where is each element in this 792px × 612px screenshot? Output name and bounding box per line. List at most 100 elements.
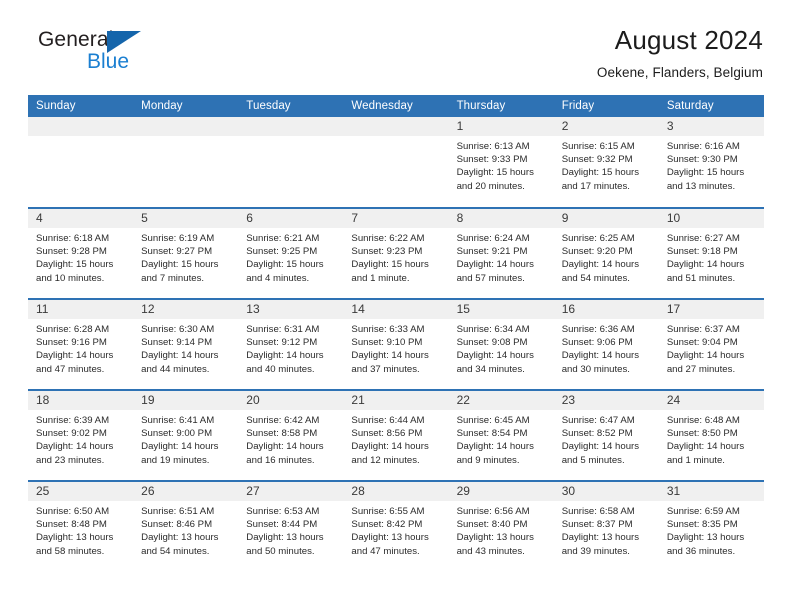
- daylight-text: Daylight: 14 hours and 30 minutes.: [561, 350, 640, 375]
- calendar-day-cell[interactable]: 6 Sunrise: 6:21 AM Sunset: 9:25 PM Daylight…: [238, 207, 344, 299]
- sunrise-text: Sunrise: 6:13 AM: [456, 141, 530, 152]
- sunset-text: Sunset: 9:14 PM: [141, 337, 213, 349]
- calendar-day-cell[interactable]: 24 Sunrise: 6:48 AM Sunset: 8:50 PM Dayligh…: [658, 389, 764, 481]
- calendar-day-cell[interactable]: 28 Sunrise: 6:55 AM Sunset: 8:42 PM Dayligh…: [343, 480, 449, 572]
- calendar-day-cell[interactable]: 17 Sunrise: 6:37 AM Sunset: 9:04 PM Dayligh…: [658, 298, 764, 390]
- sun-times-calendar: Sunday Monday Tuesday Wednesday Thursday…: [28, 95, 764, 572]
- calendar-day-cell[interactable]: 30 Sunrise: 6:58 AM Sunset: 8:37 PM Dayligh…: [553, 480, 659, 572]
- day-number: 12: [133, 300, 239, 319]
- day-number: 14: [343, 300, 449, 319]
- sunset-text: Sunset: 8:37 PM: [561, 519, 633, 531]
- sunset-text: Sunset: 8:42 PM: [351, 519, 423, 531]
- daylight-text: Daylight: 14 hours and 23 minutes.: [36, 441, 114, 466]
- calendar-day-cell[interactable]: 13 Sunrise: 6:31 AM Sunset: 9:12 PM Dayligh…: [238, 298, 344, 390]
- day-number: [343, 117, 449, 136]
- calendar-day-cell[interactable]: 14 Sunrise: 6:33 AM Sunset: 9:10 PM Dayligh…: [343, 298, 449, 390]
- sun-info: Sunrise: 6:13 AM Sunset: 9:33 PM Daylight:…: [449, 136, 554, 193]
- sun-info: Sunrise: 6:51 AM Sunset: 8:46 PM Daylight:…: [133, 501, 238, 558]
- calendar-day-cell[interactable]: 27 Sunrise: 6:53 AM Sunset: 8:44 PM Dayligh…: [238, 480, 344, 572]
- day-number: 1: [448, 117, 554, 136]
- title-block: August 2024 Oekene, Flanders, Belgium: [596, 25, 763, 80]
- sunrise-text: Sunrise: 6:34 AM: [456, 324, 530, 335]
- sunrise-text: Sunrise: 6:53 AM: [246, 506, 320, 517]
- calendar-day-cell[interactable]: 9 Sunrise: 6:25 AM Sunset: 9:20 PM Daylight…: [553, 207, 659, 299]
- weekday-header-tuesday: Tuesday: [238, 95, 344, 117]
- sunrise-text: Sunrise: 6:30 AM: [141, 324, 215, 335]
- calendar-day-cell[interactable]: 5 Sunrise: 6:19 AM Sunset: 9:27 PM Daylight…: [133, 207, 239, 299]
- sunset-text: Sunset: 8:50 PM: [666, 428, 738, 440]
- sun-info: Sunrise: 6:58 AM Sunset: 8:37 PM Daylight:…: [554, 501, 659, 558]
- sunrise-text: Sunrise: 6:59 AM: [666, 506, 740, 517]
- calendar-day-cell[interactable]: 22 Sunrise: 6:45 AM Sunset: 8:54 PM Dayligh…: [448, 389, 554, 481]
- calendar-week-row: 1 Sunrise: 6:13 AM Sunset: 9:33 PM Daylight…: [28, 117, 764, 208]
- calendar-day-cell[interactable]: 18 Sunrise: 6:39 AM Sunset: 9:02 PM Dayligh…: [28, 389, 134, 481]
- calendar-day-cell[interactable]: 2 Sunrise: 6:15 AM Sunset: 9:32 PM Daylight…: [553, 117, 659, 208]
- sun-info: Sunrise: 6:24 AM Sunset: 9:21 PM Daylight:…: [449, 228, 554, 285]
- calendar-day-cell[interactable]: 7 Sunrise: 6:22 AM Sunset: 9:23 PM Daylight…: [343, 207, 449, 299]
- calendar-day-cell[interactable]: 4 Sunrise: 6:18 AM Sunset: 9:28 PM Daylight…: [28, 207, 134, 299]
- daylight-text: Daylight: 15 hours and 17 minutes.: [561, 167, 640, 192]
- sunset-text: Sunset: 8:52 PM: [561, 428, 633, 440]
- sun-info: Sunrise: 6:18 AM Sunset: 9:28 PM Daylight:…: [28, 228, 133, 285]
- sunrise-text: Sunrise: 6:47 AM: [561, 415, 635, 426]
- sun-info: Sunrise: 6:27 AM Sunset: 9:18 PM Daylight:…: [659, 228, 764, 285]
- calendar-body: 1 Sunrise: 6:13 AM Sunset: 9:33 PM Daylight…: [28, 117, 764, 572]
- daylight-text: Daylight: 14 hours and 37 minutes.: [351, 350, 429, 375]
- daylight-text: Daylight: 14 hours and 40 minutes.: [246, 350, 324, 375]
- day-number: 26: [133, 482, 239, 501]
- calendar-day-cell[interactable]: 23 Sunrise: 6:47 AM Sunset: 8:52 PM Dayligh…: [553, 389, 659, 481]
- calendar-day-cell[interactable]: 20 Sunrise: 6:42 AM Sunset: 8:58 PM Dayligh…: [238, 389, 344, 481]
- calendar-day-cell[interactable]: 3 Sunrise: 6:16 AM Sunset: 9:30 PM Daylight…: [658, 117, 764, 208]
- calendar-day-cell[interactable]: 15 Sunrise: 6:34 AM Sunset: 9:08 PM Dayligh…: [448, 298, 554, 390]
- day-number: 4: [28, 209, 134, 228]
- day-number: 18: [28, 391, 134, 410]
- daylight-text: Daylight: 15 hours and 10 minutes.: [36, 259, 114, 284]
- sun-info: Sunrise: 6:21 AM Sunset: 9:25 PM Daylight:…: [238, 228, 343, 285]
- calendar-day-cell[interactable]: 29 Sunrise: 6:56 AM Sunset: 8:40 PM Dayligh…: [448, 480, 554, 572]
- sunrise-text: Sunrise: 6:16 AM: [666, 141, 740, 152]
- daylight-text: Daylight: 14 hours and 54 minutes.: [561, 259, 640, 284]
- sunrise-text: Sunrise: 6:24 AM: [456, 233, 530, 244]
- sunrise-text: Sunrise: 6:27 AM: [666, 233, 740, 244]
- sunset-text: Sunset: 9:20 PM: [561, 246, 633, 258]
- calendar-day-cell[interactable]: 31 Sunrise: 6:59 AM Sunset: 8:35 PM Dayligh…: [658, 480, 764, 572]
- daylight-text: Daylight: 15 hours and 20 minutes.: [456, 167, 534, 192]
- calendar-day-cell[interactable]: 11 Sunrise: 6:28 AM Sunset: 9:16 PM Dayligh…: [28, 298, 134, 390]
- sunrise-text: Sunrise: 6:28 AM: [36, 324, 110, 335]
- daylight-text: Daylight: 13 hours and 43 minutes.: [456, 532, 534, 557]
- sunset-text: Sunset: 9:02 PM: [36, 428, 107, 440]
- sun-info: Sunrise: 6:39 AM Sunset: 9:02 PM Daylight:…: [28, 410, 133, 467]
- sunset-text: Sunset: 8:54 PM: [456, 428, 528, 440]
- sun-info: Sunrise: 6:56 AM Sunset: 8:40 PM Daylight:…: [449, 501, 554, 558]
- weekday-header-saturday: Saturday: [658, 95, 764, 117]
- calendar-week-row: 11 Sunrise: 6:28 AM Sunset: 9:16 PM Dayligh…: [28, 298, 764, 390]
- calendar-day-cell[interactable]: 19 Sunrise: 6:41 AM Sunset: 9:00 PM Dayligh…: [133, 389, 239, 481]
- brand-logo[interactable]: General Blue: [29, 26, 199, 82]
- day-number: 8: [448, 209, 554, 228]
- day-number: 10: [658, 209, 764, 228]
- day-number: 7: [343, 209, 449, 228]
- calendar-day-cell[interactable]: 10 Sunrise: 6:27 AM Sunset: 9:18 PM Dayligh…: [658, 207, 764, 299]
- day-number: [28, 117, 134, 136]
- sunset-text: Sunset: 9:33 PM: [456, 154, 528, 166]
- sunset-text: Sunset: 9:10 PM: [351, 337, 423, 349]
- calendar-day-cell[interactable]: 26 Sunrise: 6:51 AM Sunset: 8:46 PM Dayligh…: [133, 480, 239, 572]
- sun-info: Sunrise: 6:50 AM Sunset: 8:48 PM Daylight:…: [28, 501, 133, 558]
- sun-info: Sunrise: 6:44 AM Sunset: 8:56 PM Daylight:…: [343, 410, 448, 467]
- calendar-day-cell[interactable]: 25 Sunrise: 6:50 AM Sunset: 8:48 PM Dayligh…: [28, 480, 134, 572]
- calendar-day-cell[interactable]: 1 Sunrise: 6:13 AM Sunset: 9:33 PM Daylight…: [448, 117, 554, 208]
- calendar-day-cell[interactable]: 12 Sunrise: 6:30 AM Sunset: 9:14 PM Dayligh…: [133, 298, 239, 390]
- calendar-day-cell[interactable]: 16 Sunrise: 6:36 AM Sunset: 9:06 PM Dayligh…: [553, 298, 659, 390]
- day-number: [133, 117, 239, 136]
- sunset-text: Sunset: 9:06 PM: [561, 337, 633, 349]
- sun-info: Sunrise: 6:37 AM Sunset: 9:04 PM Daylight:…: [659, 319, 764, 376]
- daylight-text: Daylight: 14 hours and 44 minutes.: [141, 350, 219, 375]
- calendar-day-cell[interactable]: 8 Sunrise: 6:24 AM Sunset: 9:21 PM Daylight…: [448, 207, 554, 299]
- sunrise-text: Sunrise: 6:41 AM: [141, 415, 215, 426]
- daylight-text: Daylight: 14 hours and 47 minutes.: [36, 350, 114, 375]
- calendar-week-row: 18 Sunrise: 6:39 AM Sunset: 9:02 PM Dayligh…: [28, 389, 764, 481]
- sunrise-text: Sunrise: 6:48 AM: [666, 415, 740, 426]
- location-subtitle: Oekene, Flanders, Belgium: [596, 64, 763, 80]
- calendar-day-cell[interactable]: 21 Sunrise: 6:44 AM Sunset: 8:56 PM Dayligh…: [343, 389, 449, 481]
- calendar-week-row: 4 Sunrise: 6:18 AM Sunset: 9:28 PM Daylight…: [28, 207, 764, 299]
